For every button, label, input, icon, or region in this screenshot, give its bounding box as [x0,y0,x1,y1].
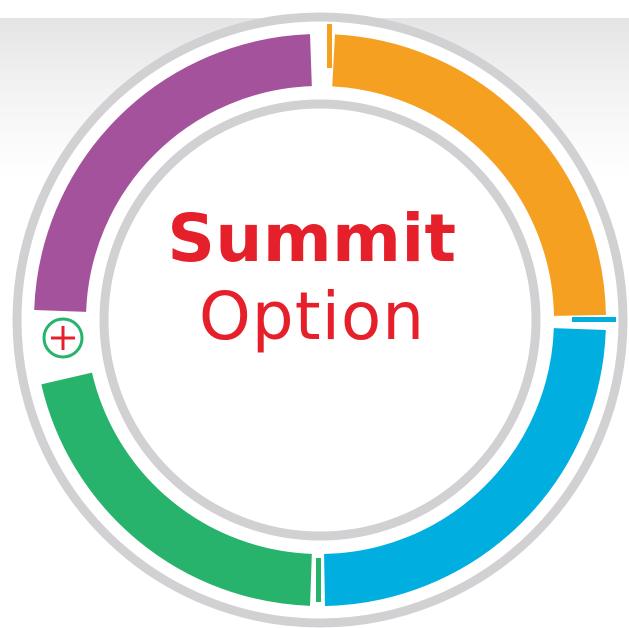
plus-circle-icon[interactable] [42,317,84,359]
top-accent-bar [327,24,332,68]
summit-option-diagram: Summit Option [0,0,629,628]
center-subtitle: Option [198,278,426,355]
center-title: Summit [167,200,457,277]
right-accent-bar [572,317,616,322]
center-label: Summit Option [146,200,478,356]
left-accent-bar [36,303,78,308]
bottom-accent-bar [316,558,321,602]
